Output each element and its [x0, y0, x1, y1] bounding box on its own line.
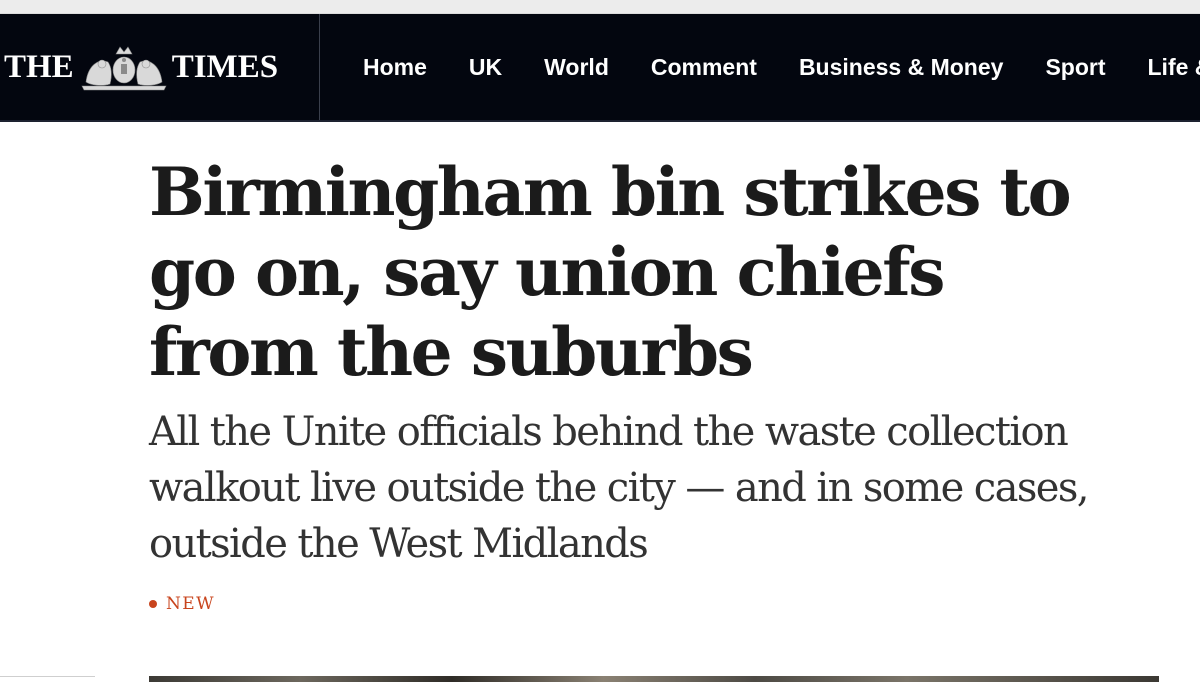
nav-item-home[interactable]: Home	[363, 54, 427, 81]
nav-item-life[interactable]: Life &	[1148, 54, 1200, 81]
the-times-logo[interactable]: THE TIMES	[0, 14, 320, 120]
browser-top-strip	[0, 0, 1200, 14]
nav-item-comment[interactable]: Comment	[651, 54, 757, 81]
nav-item-sport[interactable]: Sport	[1045, 54, 1105, 81]
main-nav: Home UK World Comment Business & Money S…	[363, 14, 1200, 120]
new-badge-label: NEW	[166, 594, 215, 614]
divider	[0, 676, 95, 677]
nav-item-uk[interactable]: UK	[469, 54, 502, 81]
royal-crest-icon	[81, 46, 167, 91]
article-hero-image	[149, 676, 1159, 682]
nav-item-business-money[interactable]: Business & Money	[799, 54, 1004, 81]
logo-word-the: THE	[4, 48, 74, 85]
new-badge: NEW	[149, 594, 215, 614]
logo-word-times: TIMES	[171, 48, 279, 85]
article-standfirst: All the Unite officials behind the waste…	[149, 409, 1089, 567]
new-dot-icon	[149, 600, 157, 608]
nav-item-world[interactable]: World	[544, 54, 609, 81]
article-headline: Birmingham bin strikes to go on, say uni…	[149, 153, 1072, 391]
masthead: THE TIMES Home UK World Comment Business…	[0, 14, 1200, 122]
